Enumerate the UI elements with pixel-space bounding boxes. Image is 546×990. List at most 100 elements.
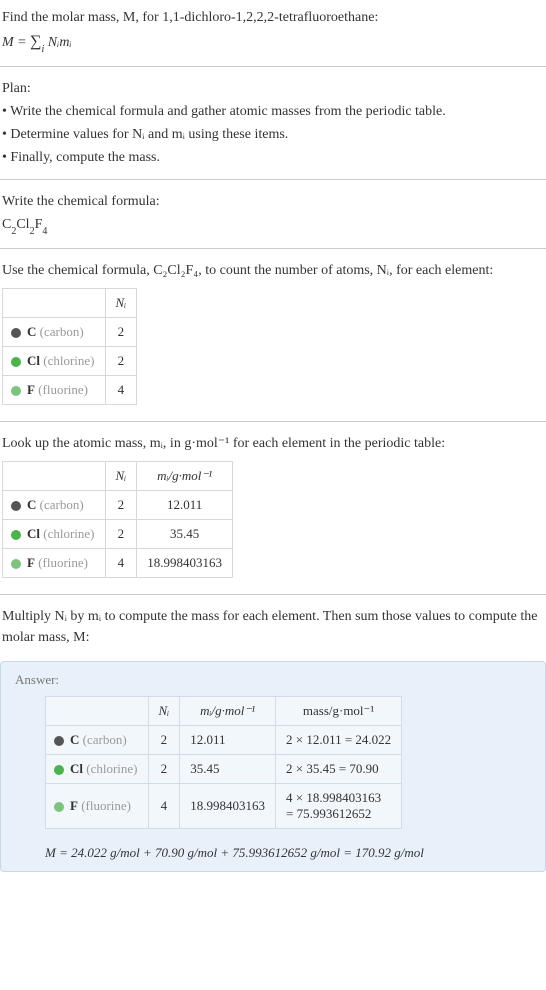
elem-name: (chlorine): [43, 353, 94, 368]
mi-value: 18.998403163: [137, 548, 233, 577]
molar-mass-equation: M = ∑i Nᵢmᵢ: [2, 29, 544, 56]
fluorine-dot-icon: [11, 559, 21, 569]
mi-value: 35.45: [137, 519, 233, 548]
elem-sym: F: [27, 555, 35, 570]
answer-table: Nᵢ mᵢ/g·mol⁻¹ mass/g·mol⁻¹ C (carbon) 2 …: [45, 696, 402, 829]
table-row: F (fluorine) 4: [3, 375, 137, 404]
mass-value: 2 × 35.45 = 70.90: [276, 754, 402, 783]
element-cell-fluorine: F (fluorine): [46, 783, 149, 828]
table-row: C (carbon) 2: [3, 317, 137, 346]
step-chemical-formula: Write the chemical formula: C2Cl2F4: [0, 184, 546, 244]
formula-cl: Cl: [16, 217, 29, 232]
mi-value: 18.998403163: [180, 783, 276, 828]
step1-text: Write the chemical formula:: [2, 190, 544, 213]
element-cell-carbon: C (carbon): [3, 490, 106, 519]
ni-value: 2: [148, 725, 180, 754]
step4-text: Multiply Nᵢ by mᵢ to compute the mass fo…: [2, 605, 544, 649]
mi-value: 12.011: [137, 490, 233, 519]
header-mi: mᵢ/g·mol⁻¹: [180, 696, 276, 725]
plan-heading: Plan:: [2, 77, 544, 100]
header-mi: mᵢ/g·mol⁻¹: [137, 461, 233, 490]
step2-text: Use the chemical formula, C₂Cl₂F₄, to co…: [2, 259, 544, 282]
ni-value: 2: [148, 754, 180, 783]
formula-c: C: [2, 217, 11, 232]
fluorine-dot-icon: [54, 802, 64, 812]
elem-name: (chlorine): [43, 526, 94, 541]
sigma-sub: i: [42, 44, 45, 55]
ni-value: 2: [105, 346, 137, 375]
plan-section: Plan: • Write the chemical formula and g…: [0, 71, 546, 175]
atomic-mass-table: Nᵢ mᵢ/g·mol⁻¹ C (carbon) 2 12.011 Cl (ch…: [2, 461, 233, 578]
intro: Find the molar mass, M, for 1,1-dichloro…: [0, 0, 546, 62]
ni-value: 2: [105, 490, 137, 519]
divider: [0, 421, 546, 422]
formula-f-sub: 4: [42, 226, 47, 237]
ni-value: 4: [105, 375, 137, 404]
final-result: M = 24.022 g/mol + 70.90 g/mol + 75.9936…: [45, 835, 531, 861]
table-header-row: Nᵢ mᵢ/g·mol⁻¹ mass/g·mol⁻¹: [46, 696, 402, 725]
intro-text: Find the molar mass, M, for 1,1-dichloro…: [2, 6, 544, 29]
plan-bullet-3: • Finally, compute the mass.: [2, 146, 544, 169]
elem-sym: Cl: [27, 526, 40, 541]
plan-bullet-1: • Write the chemical formula and gather …: [2, 100, 544, 123]
formula-cl-sub: 2: [30, 226, 35, 237]
elem-sym: Cl: [27, 353, 40, 368]
table-row: Cl (chlorine) 2 35.45 2 × 35.45 = 70.90: [46, 754, 402, 783]
chlorine-dot-icon: [11, 357, 21, 367]
chlorine-dot-icon: [54, 765, 64, 775]
formula-c-sub: 2: [11, 226, 16, 237]
plan-bullet-2: • Determine values for Nᵢ and mᵢ using t…: [2, 123, 544, 146]
elem-name: (fluorine): [38, 555, 88, 570]
element-cell-chlorine: Cl (chlorine): [46, 754, 149, 783]
header-ni: Nᵢ: [105, 288, 137, 317]
elem-name: (chlorine): [86, 761, 137, 776]
elem-sym: Cl: [70, 761, 83, 776]
atom-count-table: Nᵢ C (carbon) 2 Cl (chlorine) 2 F (fluor…: [2, 288, 137, 405]
eq-lhs: M =: [2, 35, 30, 50]
elem-name: (fluorine): [38, 382, 88, 397]
step-count-atoms: Use the chemical formula, C₂Cl₂F₄, to co…: [0, 253, 546, 417]
elem-name: (carbon): [40, 497, 84, 512]
element-cell-fluorine: F (fluorine): [3, 548, 106, 577]
elem-sym: C: [27, 324, 36, 339]
divider: [0, 248, 546, 249]
answer-label: Answer:: [15, 672, 531, 688]
divider: [0, 179, 546, 180]
ni-value: 4: [105, 548, 137, 577]
carbon-dot-icon: [54, 736, 64, 746]
answer-box: Answer: Nᵢ mᵢ/g·mol⁻¹ mass/g·mol⁻¹ C (ca…: [0, 661, 546, 872]
ni-value: 2: [105, 519, 137, 548]
step3-text: Look up the atomic mass, mᵢ, in g·mol⁻¹ …: [2, 432, 544, 455]
chemical-formula: C2Cl2F4: [2, 213, 544, 238]
table-row: Cl (chlorine) 2 35.45: [3, 519, 233, 548]
divider: [0, 594, 546, 595]
carbon-dot-icon: [11, 501, 21, 511]
table-header-row: Nᵢ mᵢ/g·mol⁻¹: [3, 461, 233, 490]
table-row: F (fluorine) 4 18.998403163: [3, 548, 233, 577]
mass-line2: = 75.993612652: [286, 806, 371, 821]
table-row: Cl (chlorine) 2: [3, 346, 137, 375]
mi-value: 35.45: [180, 754, 276, 783]
header-ni: Nᵢ: [105, 461, 137, 490]
elem-name: (carbon): [83, 732, 127, 747]
ni-value: 2: [105, 317, 137, 346]
answer-inner: Nᵢ mᵢ/g·mol⁻¹ mass/g·mol⁻¹ C (carbon) 2 …: [15, 696, 531, 861]
element-cell-carbon: C (carbon): [46, 725, 149, 754]
mi-value: 12.011: [180, 725, 276, 754]
carbon-dot-icon: [11, 328, 21, 338]
header-empty: [46, 696, 149, 725]
element-cell-fluorine: F (fluorine): [3, 375, 106, 404]
eq-rhs: Nᵢmᵢ: [44, 35, 71, 50]
table-row: C (carbon) 2 12.011 2 × 12.011 = 24.022: [46, 725, 402, 754]
elem-sym: F: [27, 382, 35, 397]
ni-value: 4: [148, 783, 180, 828]
mass-line1: 4 × 18.998403163: [286, 790, 381, 805]
header-mass: mass/g·mol⁻¹: [276, 696, 402, 725]
header-ni: Nᵢ: [148, 696, 180, 725]
elem-name: (carbon): [40, 324, 84, 339]
step-atomic-mass: Look up the atomic mass, mᵢ, in g·mol⁻¹ …: [0, 426, 546, 590]
elem-name: (fluorine): [81, 798, 131, 813]
chlorine-dot-icon: [11, 530, 21, 540]
fluorine-dot-icon: [11, 386, 21, 396]
table-row: C (carbon) 2 12.011: [3, 490, 233, 519]
